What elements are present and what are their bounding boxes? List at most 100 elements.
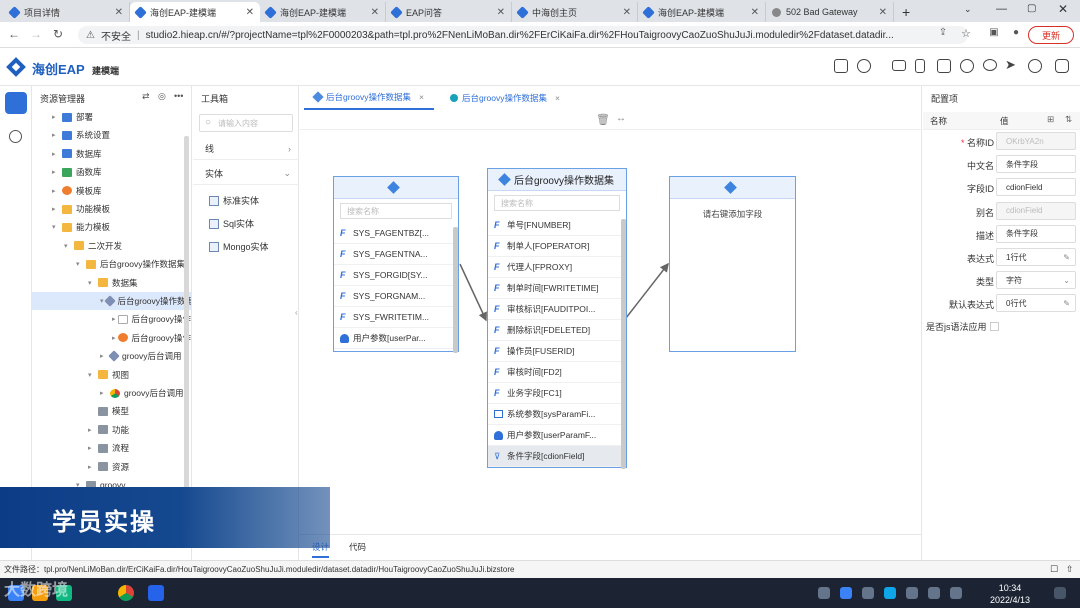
tree-node[interactable]: ▸ 部署 bbox=[32, 108, 191, 126]
edit-icon[interactable]: ✎ bbox=[1063, 253, 1070, 262]
close-icon[interactable]: ✕ bbox=[751, 7, 759, 18]
star-icon[interactable]: ☆ bbox=[958, 27, 974, 40]
config-value-input[interactable]: 条件字段 bbox=[996, 155, 1076, 174]
sql-entity-item[interactable]: Sql实体 bbox=[209, 217, 254, 230]
close-icon[interactable]: ✕ bbox=[246, 7, 254, 18]
browser-tab[interactable]: 海创EAP-建模端 ✕ bbox=[130, 2, 260, 22]
eap-app-icon[interactable] bbox=[148, 585, 164, 601]
new-tab-button[interactable]: + bbox=[896, 2, 916, 22]
config-value-input[interactable]: 1行代 ✎ bbox=[996, 248, 1076, 266]
entity-field-row[interactable]: F SYS_FAGENTNA... bbox=[334, 244, 458, 265]
add-property-icon[interactable]: ⊞ bbox=[1047, 114, 1054, 125]
edit-icon[interactable]: ✎ bbox=[1063, 299, 1070, 308]
window-close-icon[interactable]: ✕ bbox=[1058, 2, 1068, 16]
toolbox-line-group[interactable]: 线 › bbox=[193, 138, 299, 160]
tree-node[interactable]: ▾ 后台groovy操作数据集 bbox=[32, 292, 191, 310]
browser-tab[interactable]: 海创EAP-建模端 ✕ bbox=[638, 2, 766, 22]
entity-field-row[interactable]: F 删除标识[FDELETED] bbox=[488, 320, 626, 341]
toolbox-entity-group[interactable]: 实体 ⌄ bbox=[193, 163, 299, 185]
browser-tab[interactable]: 中海创主页 ✕ bbox=[512, 2, 638, 22]
entity-field-row[interactable]: 用户参数[userPar... bbox=[334, 328, 458, 349]
share-icon[interactable]: ⇪ bbox=[935, 27, 951, 38]
entity-field-row[interactable]: F 制单人[FOPERATOR] bbox=[488, 236, 626, 257]
entity-field-row[interactable]: F SYS_FORGNAM... bbox=[334, 286, 458, 307]
explorer-rail-button[interactable] bbox=[5, 92, 27, 114]
update-button[interactable]: 更新 bbox=[1028, 26, 1074, 44]
sort-icon[interactable]: ⇅ bbox=[1065, 114, 1072, 125]
volume-icon[interactable] bbox=[950, 587, 962, 599]
entity-box-left[interactable]: 搜索名称 F SYS_FAGENTBZ[... F SYS_FAGENTNA... F S… bbox=[333, 176, 459, 353]
toolbox-search-input[interactable]: ○ 请输入内容 bbox=[199, 114, 293, 132]
entity-field-row[interactable]: F SYS_FWRITETIM... bbox=[334, 307, 458, 328]
database-icon[interactable] bbox=[983, 59, 997, 71]
browser-tab[interactable]: EAP问答 ✕ bbox=[386, 2, 512, 22]
tree-expander-icon[interactable]: ▸ bbox=[88, 463, 96, 471]
connector-left-mid[interactable] bbox=[459, 263, 487, 322]
entity-field-row[interactable]: ⊽ 条件字段[cdionField] bbox=[488, 446, 626, 467]
entity-box-right[interactable]: 请右键添加字段 bbox=[669, 176, 796, 352]
tree-node[interactable]: ▸ 系统设置 bbox=[32, 126, 191, 144]
tree-node[interactable]: 模型 bbox=[32, 402, 191, 420]
window-minimize-icon[interactable]: — bbox=[996, 3, 1007, 15]
entity-search-input[interactable]: 搜索名称 bbox=[494, 195, 620, 211]
profile-icon[interactable]: ● bbox=[1008, 27, 1024, 38]
tree-expander-icon[interactable]: ▾ bbox=[88, 371, 96, 379]
tree-expander-icon[interactable]: ▾ bbox=[76, 260, 84, 268]
tree-node[interactable]: ▸ 后台groovy操作数据集.datasetjson bbox=[32, 329, 191, 347]
browser-tab[interactable]: 502 Bad Gateway ✕ bbox=[766, 2, 894, 22]
send-icon[interactable]: ➤ bbox=[1005, 57, 1016, 73]
config-value-input[interactable]: OKrbYA2n bbox=[996, 132, 1076, 150]
chevron-down-icon[interactable]: ⌄ bbox=[1063, 276, 1070, 285]
tree-expander-icon[interactable]: ▸ bbox=[112, 334, 116, 342]
connector-mid-right[interactable] bbox=[625, 262, 669, 319]
tree-node[interactable]: ▸ 数据库 bbox=[32, 145, 191, 163]
tree-expander-icon[interactable]: ▸ bbox=[52, 131, 60, 139]
entity-field-row[interactable]: F 审核时间[FD2] bbox=[488, 362, 626, 383]
collapse-handle-icon[interactable]: ‹ bbox=[295, 308, 298, 317]
tree-node[interactable]: ▸ 功能模板 bbox=[32, 200, 191, 218]
notification-center-icon[interactable] bbox=[1054, 587, 1066, 599]
tray-icon[interactable] bbox=[928, 587, 940, 599]
expand-icon[interactable]: ⇧ bbox=[1066, 564, 1074, 575]
tray-icon[interactable] bbox=[884, 587, 896, 599]
tree-expander-icon[interactable]: ▸ bbox=[112, 315, 116, 323]
close-icon[interactable]: ✕ bbox=[115, 7, 123, 18]
tree-expander-icon[interactable]: ▾ bbox=[100, 297, 104, 305]
close-icon[interactable]: ✕ bbox=[497, 7, 505, 18]
config-value-input[interactable]: cdionField bbox=[996, 201, 1076, 220]
entity-field-row[interactable]: F 操作员[FUSERID] bbox=[488, 341, 626, 362]
window-maximize-icon[interactable]: ▢ bbox=[1027, 3, 1036, 14]
config-value-input[interactable]: cdionField bbox=[996, 178, 1076, 197]
tray-icon[interactable] bbox=[906, 587, 918, 599]
browser-tab[interactable]: 海创EAP-建模端 ✕ bbox=[260, 2, 386, 22]
tree-node[interactable]: ▾ 数据集 bbox=[32, 274, 191, 292]
close-icon[interactable]: ✕ bbox=[371, 7, 379, 18]
user-avatar-icon[interactable] bbox=[1055, 59, 1069, 73]
back-icon[interactable]: ← bbox=[6, 27, 22, 41]
standard-entity-item[interactable]: 标准实体 bbox=[209, 194, 259, 207]
save-icon[interactable] bbox=[834, 59, 848, 73]
clock-icon[interactable] bbox=[960, 59, 974, 73]
taskbar-clock[interactable]: 10:34 2022/4/13 bbox=[984, 582, 1036, 606]
notification-icon[interactable]: ☐ bbox=[1050, 564, 1058, 575]
search-rail-icon[interactable] bbox=[9, 130, 22, 143]
config-value-input[interactable]: 字符 ⌄ bbox=[996, 271, 1076, 290]
tree-expander-icon[interactable]: ▾ bbox=[88, 279, 96, 287]
tree-expander-icon[interactable]: ▸ bbox=[100, 389, 108, 397]
reload-icon[interactable]: ↻ bbox=[50, 27, 66, 41]
entity-box-scrollbar[interactable] bbox=[621, 219, 626, 469]
code-tab[interactable]: 代码 bbox=[349, 541, 366, 553]
sidebar-icon[interactable]: ▣ bbox=[986, 27, 1002, 38]
tree-expander-icon[interactable]: ▸ bbox=[100, 352, 108, 360]
tree-node[interactable]: ▾ 视图 bbox=[32, 366, 191, 384]
entity-field-row[interactable]: 系统参数[sysParamFi... bbox=[488, 404, 626, 425]
close-icon[interactable]: ✕ bbox=[623, 7, 631, 18]
entity-search-input[interactable]: 搜索名称 bbox=[340, 203, 452, 219]
tray-icon[interactable] bbox=[840, 587, 852, 599]
run-icon[interactable] bbox=[857, 59, 871, 73]
tablet-icon[interactable] bbox=[915, 59, 925, 73]
entity-box-main[interactable]: 后台groovy操作数据集 搜索名称 F 单号[FNUMBER] F 制单人[FOPE… bbox=[487, 168, 627, 469]
entity-field-row[interactable]: F 业务字段[FC1] bbox=[488, 383, 626, 404]
more-icon[interactable]: ••• bbox=[174, 91, 183, 101]
url-field[interactable]: ⚠ 不安全 | studio2.hieap.cn/#/?projectName=… bbox=[78, 26, 968, 44]
